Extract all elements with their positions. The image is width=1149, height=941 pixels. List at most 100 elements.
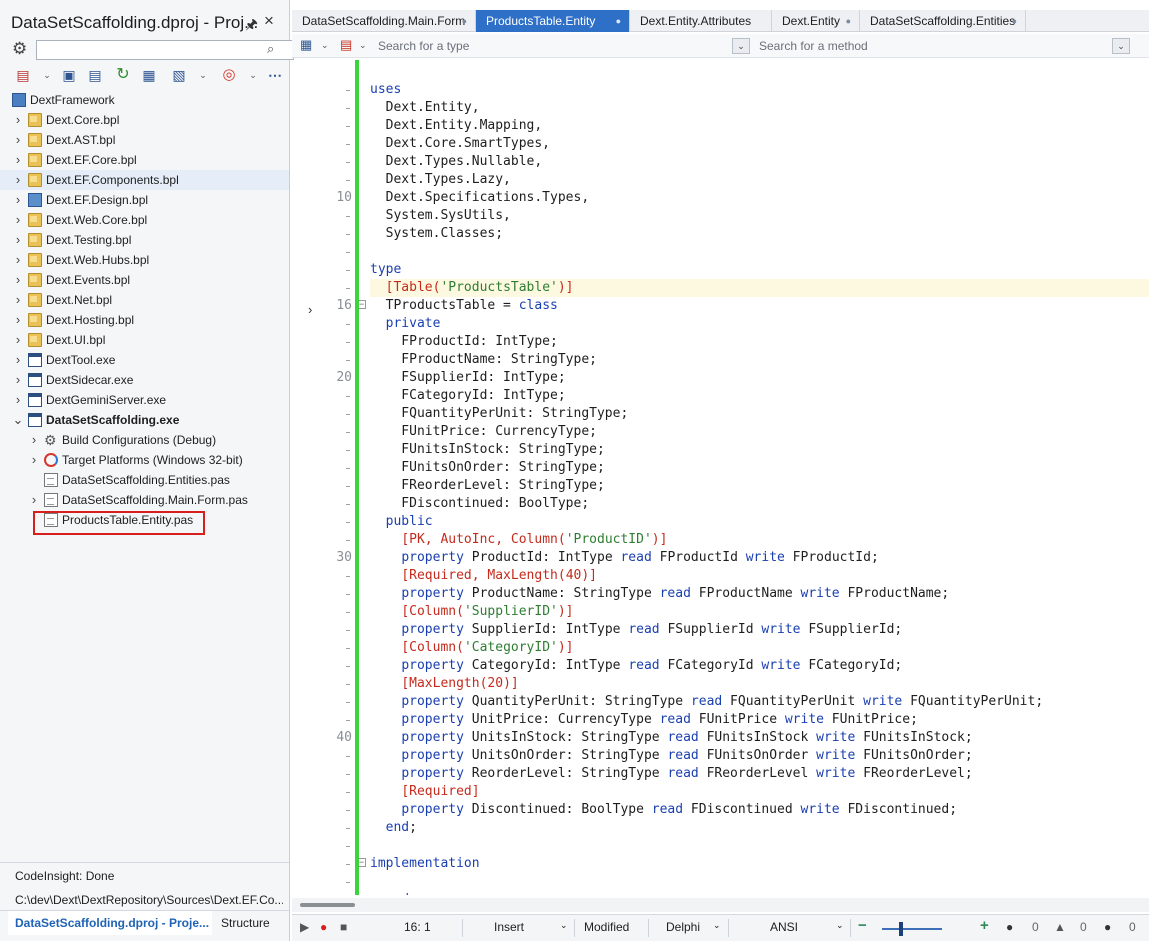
tree-item[interactable]: › Target Platforms (Windows 32-bit)	[0, 450, 289, 470]
play-icon[interactable]: ▶	[300, 920, 309, 934]
chevron-right-icon[interactable]: ›	[308, 302, 312, 317]
code-line[interactable]: [Table('ProductsTable')]	[370, 279, 1149, 297]
zoom-slider-thumb[interactable]	[899, 922, 903, 936]
tree-item[interactable]: › DataSetScaffolding.Main.Form.pas	[0, 490, 289, 510]
remove-file-icon[interactable]: ▤	[14, 66, 32, 84]
code-line[interactable]: Dext.Core.SmartTypes,	[370, 135, 1149, 153]
method-dropdown[interactable]: ⌄	[1112, 38, 1130, 54]
build-icon[interactable]: ▤	[86, 66, 104, 84]
code-line[interactable]: FDiscontinued: BoolType;	[370, 495, 1149, 513]
editor-tab[interactable]: DataSetScaffolding.Entities ●	[860, 10, 1026, 32]
language-mode[interactable]: Delphi	[666, 920, 700, 934]
code-line[interactable]: Dext.Types.Nullable,	[370, 153, 1149, 171]
code-line[interactable]: Dext.Types.Lazy,	[370, 171, 1149, 189]
tree-item[interactable]: › Dext.EF.Core.bpl	[0, 150, 289, 170]
code-line[interactable]: Dext.Entity,	[370, 99, 1149, 117]
code-line[interactable]: FUnitsInStock: StringType;	[370, 441, 1149, 459]
code-line[interactable]	[370, 837, 1149, 855]
chevron-right-icon[interactable]: ›	[12, 170, 24, 190]
options-icon[interactable]: ▦	[140, 66, 158, 84]
tree-item[interactable]: › Dext.Web.Hubs.bpl	[0, 250, 289, 270]
code-line[interactable]: property ReorderLevel: StringType read F…	[370, 765, 1149, 783]
code-line[interactable]: implementation	[370, 855, 1149, 873]
record-icon[interactable]: ●	[320, 920, 327, 934]
error-icon[interactable]: ●	[1006, 920, 1013, 934]
tree-item[interactable]: › Dext.EF.Design.bpl	[0, 190, 289, 210]
modified-dot-icon[interactable]: ●	[1012, 10, 1017, 32]
tree-item[interactable]: DextFramework	[0, 90, 289, 110]
chevron-right-icon[interactable]: ›	[12, 210, 24, 230]
tree-item[interactable]: › Dext.EF.Components.bpl	[0, 170, 289, 190]
code-line[interactable]: property UnitsInStock: StringType read F…	[370, 729, 1149, 747]
code-area[interactable]: 101620304050 › − − uses Dext.Entity, Dex…	[292, 60, 1149, 895]
chevron-right-icon[interactable]: ›	[12, 390, 24, 410]
editor-tab[interactable]: ProductsTable.Entity ●	[476, 10, 630, 32]
warning-icon[interactable]: ▲	[1054, 920, 1066, 934]
chevron-right-icon[interactable]: ›	[12, 310, 24, 330]
code-line[interactable]	[370, 63, 1149, 81]
code-line[interactable]: uses	[370, 81, 1149, 99]
chevron-right-icon[interactable]: ›	[28, 450, 40, 470]
tree-item[interactable]: › DextTool.exe	[0, 350, 289, 370]
code-line[interactable]: property Discontinued: BoolType read FDi…	[370, 801, 1149, 819]
target-icon[interactable]: ◎	[220, 66, 238, 84]
chevron-down-icon[interactable]: ⌄	[194, 66, 212, 84]
tree-item[interactable]: › Dext.AST.bpl	[0, 130, 289, 150]
code-line[interactable]: FProductId: IntType;	[370, 333, 1149, 351]
method-search[interactable]: Search for a method	[759, 39, 868, 53]
chevron-down-icon[interactable]: ⌄	[321, 40, 329, 51]
chevron-right-icon[interactable]: ›	[12, 270, 24, 290]
scrollbar-thumb[interactable]	[300, 903, 355, 907]
code-line[interactable]: property ProductName: StringType read FP…	[370, 585, 1149, 603]
code-line[interactable]: end.	[370, 891, 1149, 895]
chevron-right-icon[interactable]: ›	[12, 250, 24, 270]
code-line[interactable]: property CategoryId: IntType read FCateg…	[370, 657, 1149, 675]
editor-tab[interactable]: Dext.Entity ●	[772, 10, 860, 32]
tree-item[interactable]: › DextSidecar.exe	[0, 370, 289, 390]
refresh-icon[interactable]: ↻	[114, 66, 132, 84]
tree-item[interactable]: › Dext.Events.bpl	[0, 270, 289, 290]
chevron-right-icon[interactable]: ›	[12, 290, 24, 310]
code-line[interactable]: TProductsTable = class	[370, 297, 1149, 315]
gear-icon[interactable]: ⚙	[12, 39, 27, 59]
code-line[interactable]: property QuantityPerUnit: StringType rea…	[370, 693, 1149, 711]
code-line[interactable]: property UnitsOnOrder: StringType read F…	[370, 747, 1149, 765]
chevron-down-icon[interactable]: ⌄	[836, 920, 844, 931]
sync-icon[interactable]: ▧	[170, 66, 188, 84]
code-line[interactable]: private	[370, 315, 1149, 333]
modified-dot-icon[interactable]: ●	[462, 10, 467, 32]
tree-item[interactable]: › Dext.Core.bpl	[0, 110, 289, 130]
code-line[interactable]: property ProductId: IntType read FProduc…	[370, 549, 1149, 567]
code-line[interactable]	[370, 243, 1149, 261]
chevron-down-icon[interactable]: ⌄	[244, 66, 262, 84]
code-line[interactable]	[370, 873, 1149, 891]
chevron-right-icon[interactable]: ›	[28, 430, 40, 450]
chevron-down-icon[interactable]: ⌄	[38, 66, 56, 84]
code-line[interactable]: [Required, MaxLength(40)]	[370, 567, 1149, 585]
insert-mode[interactable]: Insert	[494, 920, 524, 934]
chevron-down-icon[interactable]: ⌄	[560, 920, 568, 931]
chevron-right-icon[interactable]: ›	[12, 110, 24, 130]
chevron-right-icon[interactable]: ›	[12, 230, 24, 250]
code-line[interactable]: [Required]	[370, 783, 1149, 801]
stop-icon[interactable]: ■	[340, 920, 347, 934]
tab-structure[interactable]: Structure	[221, 911, 270, 935]
more-icon[interactable]: ⋯	[266, 66, 284, 84]
code-line[interactable]: [PK, AutoInc, Column('ProductID')]	[370, 531, 1149, 549]
type-search[interactable]: Search for a type	[378, 39, 469, 53]
add-file-icon[interactable]: ▣	[60, 66, 78, 84]
tree-item[interactable]: › ⚙ Build Configurations (Debug)	[0, 430, 289, 450]
chevron-right-icon[interactable]: ›	[12, 330, 24, 350]
code-line[interactable]: FReorderLevel: StringType;	[370, 477, 1149, 495]
tree-item[interactable]: › Dext.UI.bpl	[0, 330, 289, 350]
search-icon[interactable]: ⌕	[267, 41, 274, 57]
code-line[interactable]: System.SysUtils,	[370, 207, 1149, 225]
code-line[interactable]: property UnitPrice: CurrencyType read FU…	[370, 711, 1149, 729]
tree-item[interactable]: › Dext.Hosting.bpl	[0, 310, 289, 330]
code-line[interactable]: [Column('SupplierID')]	[370, 603, 1149, 621]
code-line[interactable]: FProductName: StringType;	[370, 351, 1149, 369]
chevron-right-icon[interactable]: ›	[12, 130, 24, 150]
zoom-slider[interactable]	[882, 928, 942, 930]
editor-tab[interactable]: DataSetScaffolding.Main.Form ●	[292, 10, 476, 32]
class-icon[interactable]: ▤	[340, 37, 352, 53]
